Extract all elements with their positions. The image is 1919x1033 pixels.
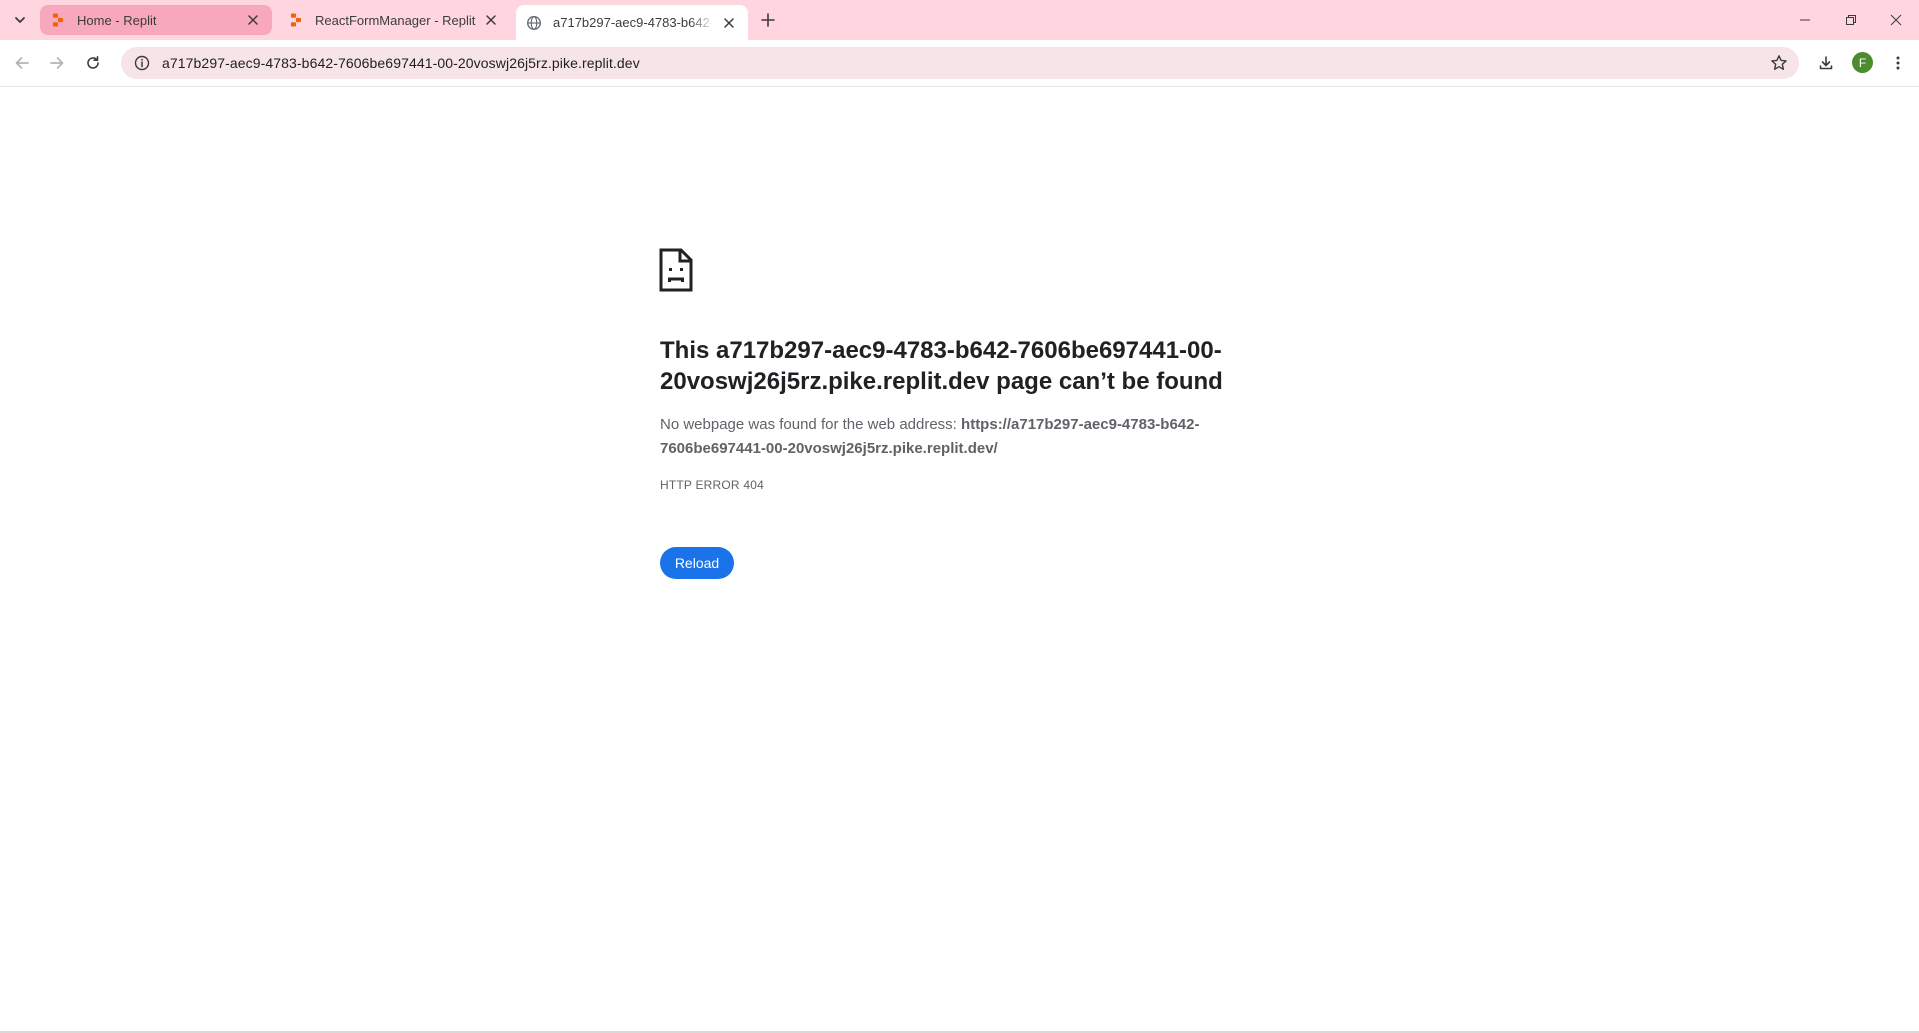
- browser-menu-button[interactable]: [1882, 47, 1914, 79]
- new-tab-button[interactable]: [756, 8, 780, 32]
- tab-strip: Home - Replit ReactFormManager - Replit …: [0, 0, 1919, 40]
- minimize-button[interactable]: [1782, 0, 1828, 40]
- close-window-button[interactable]: [1873, 0, 1919, 40]
- more-vertical-icon: [1896, 56, 1900, 70]
- forward-button[interactable]: [41, 47, 73, 79]
- error-description: No webpage was found for the web address…: [660, 413, 1220, 461]
- globe-icon: [527, 15, 541, 30]
- error-description-text: No webpage was found for the web address…: [660, 416, 962, 433]
- close-icon: [724, 17, 734, 28]
- tab-title: Home - Replit: [77, 12, 157, 28]
- browser-toolbar: a717b297-aec9-4783-b642-7606be697441-00-…: [0, 40, 1919, 87]
- reload-button[interactable]: Reload: [660, 547, 734, 579]
- tab-home-replit[interactable]: Home - Replit: [40, 5, 272, 35]
- info-icon: [134, 55, 150, 71]
- reload-page-button[interactable]: [77, 47, 109, 79]
- site-info-button[interactable]: [133, 54, 151, 72]
- restore-button[interactable]: [1828, 0, 1874, 40]
- arrow-right-icon: [50, 57, 64, 69]
- minimize-icon: [1800, 19, 1810, 21]
- plus-icon: [761, 13, 775, 27]
- profile-avatar[interactable]: F: [1852, 52, 1873, 73]
- error-code: HTTP ERROR 404: [660, 478, 764, 492]
- address-bar-url[interactable]: a717b297-aec9-4783-b642-7606be697441-00-…: [162, 55, 640, 71]
- close-icon: [248, 15, 258, 25]
- address-bar[interactable]: a717b297-aec9-4783-b642-7606be697441-00-…: [121, 47, 1799, 79]
- replit-logo-icon: [53, 13, 63, 27]
- close-tab-button[interactable]: [244, 11, 262, 29]
- close-tab-button[interactable]: [482, 11, 500, 29]
- download-icon: [1819, 56, 1833, 70]
- error-title: This a717b297-aec9-4783-b642-7606be69744…: [660, 337, 1223, 395]
- bookmark-button[interactable]: [1769, 53, 1789, 73]
- tab-title: a717b297-aec9-4783-b642-7606be697441-00-…: [553, 15, 714, 30]
- tab-search-button[interactable]: [8, 8, 32, 32]
- star-icon: [1771, 55, 1787, 70]
- restore-icon: [1846, 15, 1856, 25]
- close-tab-button[interactable]: [720, 14, 738, 32]
- tab-reactformmanager[interactable]: ReactFormManager - Replit: [278, 5, 510, 35]
- close-icon: [1890, 14, 1902, 26]
- tab-active-error-page[interactable]: a717b297-aec9-4783-b642-7606be697441-00-…: [516, 5, 748, 40]
- sad-document-icon: [659, 248, 693, 292]
- chevron-down-icon: [15, 17, 25, 23]
- back-button[interactable]: [6, 47, 38, 79]
- refresh-icon: [87, 56, 99, 69]
- tab-title: ReactFormManager - Replit: [315, 12, 476, 28]
- downloads-button[interactable]: [1810, 47, 1842, 79]
- arrow-left-icon: [15, 57, 29, 69]
- replit-logo-icon: [291, 13, 301, 27]
- close-icon: [486, 15, 496, 25]
